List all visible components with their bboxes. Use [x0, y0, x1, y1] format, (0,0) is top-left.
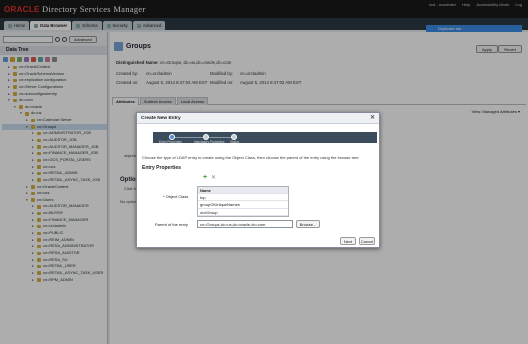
train-connector: [171, 137, 233, 138]
parent-entry-input[interactable]: cn=Groups,dc=us,dc=oracle,dc=com: [197, 220, 293, 228]
table-header: Name: [198, 187, 288, 195]
object-class-table: Name top groupOfUniqueNames orclGroup: [197, 186, 289, 217]
table-row[interactable]: top: [198, 194, 288, 202]
add-icon[interactable]: +: [203, 174, 207, 181]
train-label-mandatory-properties: Mandatory Properties: [194, 139, 225, 144]
next-button[interactable]: Next: [340, 237, 356, 245]
close-icon[interactable]: ✕: [370, 113, 375, 124]
dialog-instruction: Choose the type of LDAP entry to create …: [142, 155, 360, 160]
object-class-label: * Object Class: [163, 194, 189, 199]
wizard-train: Entry Properties Mandatory Properties St…: [153, 132, 377, 144]
cancel-button[interactable]: Cancel: [359, 237, 375, 245]
train-label-status: Status: [230, 139, 240, 144]
create-entry-dialog: Create New Entry ✕ Entry Properties Mand…: [136, 112, 380, 248]
train-label-entry-properties: Entry Properties: [159, 139, 182, 144]
remove-icon[interactable]: ✕: [211, 175, 216, 181]
dialog-title: Create New Entry ✕: [137, 113, 379, 124]
entry-properties-heading: Entry Properties: [142, 165, 181, 171]
browse-button[interactable]: Browse...: [296, 220, 320, 228]
parent-entry-label: Parent of the entry: [155, 222, 188, 227]
table-row[interactable]: groupOfUniqueNames: [198, 201, 288, 209]
table-row[interactable]: orclGroup: [198, 209, 288, 216]
